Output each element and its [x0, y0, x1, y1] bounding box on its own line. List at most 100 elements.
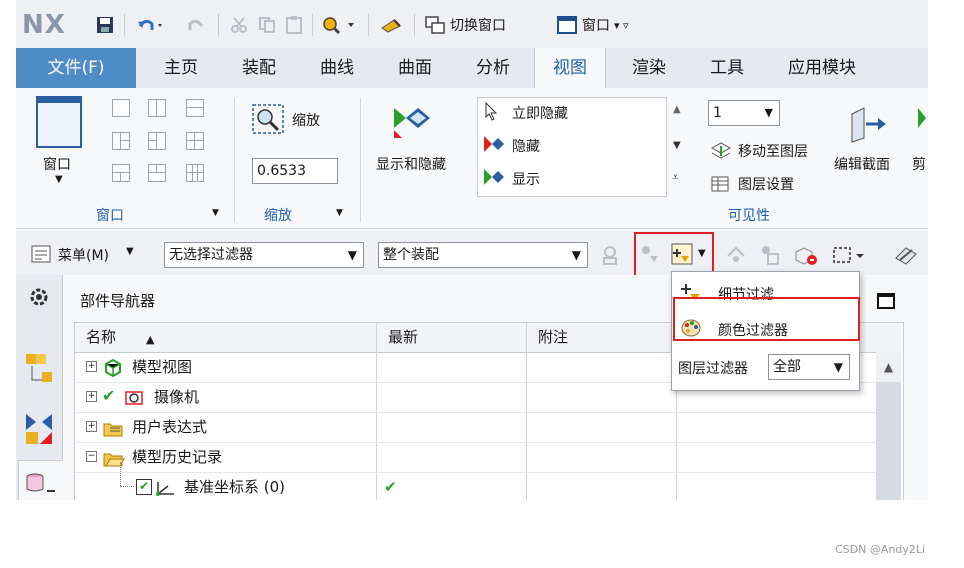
column-name-header[interactable]: 名称: [86, 322, 116, 352]
scrollbar-thumb[interactable]: [876, 382, 901, 500]
switch-window-label: 切换窗口: [450, 18, 506, 34]
show-icon[interactable]: [482, 167, 504, 187]
cut-icon[interactable]: [230, 14, 248, 36]
row-datum-csys: 基准坐标系 (0): [184, 478, 286, 496]
menu-icon[interactable]: [30, 244, 52, 264]
layout-hsplit-icon[interactable]: [186, 99, 204, 117]
column-notes-header[interactable]: 附注: [538, 322, 568, 352]
window-menu-button[interactable]: 窗口 ▾ ▿: [556, 14, 629, 36]
paste-icon[interactable]: [284, 14, 304, 36]
tab-surface[interactable]: 曲面: [382, 48, 448, 88]
tab-view[interactable]: 视图: [534, 48, 606, 88]
window-group-label: 窗口: [96, 208, 124, 224]
navigator-title: 部件导航器: [80, 292, 156, 310]
tab-application[interactable]: 应用模块: [772, 48, 872, 88]
tab-curve[interactable]: 曲线: [304, 48, 370, 88]
layout-three-bottom-icon[interactable]: [148, 164, 166, 182]
expand-icon[interactable]: +: [86, 361, 97, 372]
list-scroll-down-icon[interactable]: ▼: [673, 140, 681, 151]
window-large-icon[interactable]: [36, 96, 82, 148]
window-button-label[interactable]: 窗口: [43, 154, 71, 174]
expand-icon[interactable]: +: [86, 421, 97, 432]
type-filter-value: 无选择过滤器: [169, 247, 253, 263]
hide-icon[interactable]: [482, 134, 504, 154]
rectangle-select-icon[interactable]: [832, 246, 868, 264]
expand-icon[interactable]: +: [86, 391, 97, 402]
tab-assembly[interactable]: 装配: [226, 48, 292, 88]
copy-icon[interactable]: [258, 14, 276, 36]
layout-three-left-icon[interactable]: [112, 132, 130, 150]
visibility-group-label: 可见性: [728, 208, 770, 224]
clip-section-label[interactable]: 剪: [912, 154, 926, 174]
layout-six-icon[interactable]: [186, 164, 204, 182]
snap-point-icon[interactable]: [724, 244, 748, 266]
zoom-group-label: 缩放: [264, 208, 292, 224]
assembly-navigator-icon[interactable]: [24, 352, 54, 386]
select-body-icon[interactable]: [792, 244, 820, 266]
switch-window-button[interactable]: 切换窗口: [424, 14, 506, 36]
show-item[interactable]: 显示: [512, 169, 540, 189]
layout-three-right-icon[interactable]: [148, 132, 166, 150]
scroll-up-icon[interactable]: ▲: [876, 352, 901, 382]
command-finder-icon[interactable]: [322, 14, 360, 36]
undo-icon[interactable]: [136, 14, 166, 36]
maximize-icon[interactable]: [876, 292, 896, 310]
edit-section-icon[interactable]: [848, 104, 892, 144]
collapse-icon[interactable]: −: [86, 451, 97, 462]
model-views-icon: [102, 358, 124, 378]
column-latest-header[interactable]: 最新: [388, 322, 418, 352]
show-hide-icon[interactable]: [392, 104, 440, 140]
tab-file[interactable]: 文件(F): [16, 48, 136, 88]
camera-icon: [124, 388, 146, 408]
assembly-filter-icon[interactable]: [600, 244, 626, 266]
touch-mode-icon[interactable]: [380, 14, 404, 36]
type-filter-select[interactable]: 无选择过滤器 ▼: [164, 242, 364, 268]
layer-filter-value: 全部: [773, 359, 801, 375]
part-navigator-tab[interactable]: [18, 460, 64, 500]
quick-access-toolbar: NX 切换窗口 窗口 ▾ ▿: [16, 0, 928, 48]
layout-vsplit-icon[interactable]: [148, 99, 166, 117]
constraint-navigator-icon[interactable]: [24, 412, 54, 446]
zoom-icon[interactable]: [252, 104, 284, 134]
hide-item[interactable]: 隐藏: [512, 136, 540, 156]
move-to-layer-icon[interactable]: [710, 140, 732, 160]
selection-scope-select[interactable]: 整个装配 ▼: [378, 242, 588, 268]
sort-ascending-icon[interactable]: ▲: [146, 333, 154, 346]
clip-section-icon[interactable]: [916, 104, 928, 144]
zoom-group-expand-icon[interactable]: ▼: [336, 208, 343, 218]
redo-icon[interactable]: [188, 14, 206, 36]
visibility-checkbox[interactable]: ✔: [136, 479, 152, 495]
layer-filter-select[interactable]: 全部 ▼: [768, 354, 850, 380]
layout-three-top-icon[interactable]: [112, 164, 130, 182]
show-hide-label[interactable]: 显示和隐藏: [376, 154, 446, 174]
edit-section-label[interactable]: 编辑截面: [834, 154, 890, 174]
move-to-layer-label[interactable]: 移动至图层: [738, 141, 808, 161]
tab-analysis[interactable]: 分析: [460, 48, 526, 88]
layout-quad-icon[interactable]: [186, 132, 204, 150]
color-filter-highlight: [673, 297, 860, 341]
tab-home[interactable]: 主页: [148, 48, 214, 88]
zoom-value-field[interactable]: 0.6533: [252, 158, 338, 184]
ribbon-tabs: 文件(F) 主页 装配 曲线 曲面 分析 视图 渲染 工具 应用模块: [16, 48, 928, 88]
select-feature-icon[interactable]: [758, 244, 782, 266]
layer-settings-label[interactable]: 图层设置: [738, 174, 794, 194]
chevron-down-icon[interactable]: ▼: [55, 174, 63, 185]
immediate-hide-item[interactable]: 立即隐藏: [512, 103, 568, 123]
zoom-button-label[interactable]: 缩放: [292, 110, 320, 130]
chevron-down-icon[interactable]: ▼: [126, 246, 134, 257]
tab-render[interactable]: 渲染: [616, 48, 682, 88]
nx-window: NX 切换窗口 窗口 ▾ ▿ 文件(F) 主页 装配 曲线 曲面 分析 视图 渲…: [16, 0, 928, 500]
list-scroll-up-icon[interactable]: ▲: [673, 104, 681, 115]
list-expand-icon[interactable]: ⩡: [672, 170, 679, 185]
chevron-down-icon: ▼: [347, 248, 357, 262]
work-layer-select[interactable]: 1 ▼: [708, 100, 780, 126]
save-icon[interactable]: [96, 14, 114, 36]
layer-settings-icon[interactable]: [710, 173, 732, 193]
tab-tools[interactable]: 工具: [694, 48, 760, 88]
immediate-hide-icon[interactable]: [482, 101, 504, 121]
window-group-expand-icon[interactable]: ▼: [212, 208, 219, 218]
deselect-all-icon[interactable]: [892, 244, 920, 266]
layout-single-icon[interactable]: [112, 99, 130, 117]
gear-icon[interactable]: [28, 286, 50, 308]
menu-button[interactable]: 菜单(M): [58, 245, 109, 265]
